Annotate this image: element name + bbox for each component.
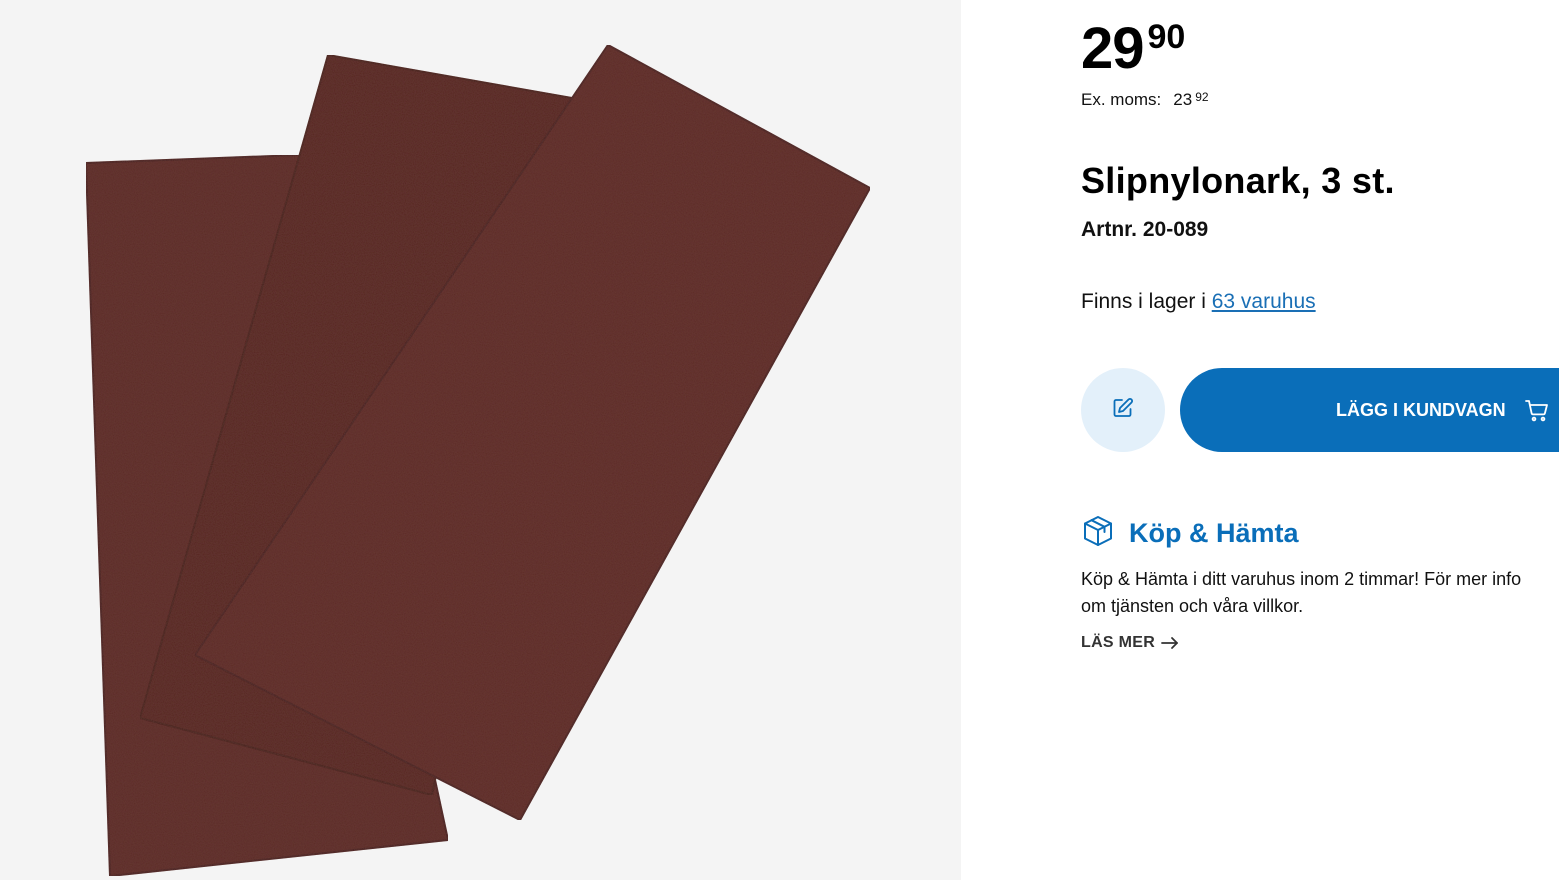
product-image [0,0,961,880]
add-note-button[interactable] [1081,368,1165,452]
product-info: 29 90 Ex. moms: 23 92 Slipnylonark, 3 st… [1081,0,1559,880]
package-icon [1081,514,1115,553]
ex-vat-decimals: 92 [1195,90,1209,104]
product-page: 29 90 Ex. moms: 23 92 Slipnylonark, 3 st… [0,0,1559,880]
stock-prefix: Finns i lager i [1081,290,1212,313]
price-decimals: 90 [1147,18,1186,56]
cart-icon [1524,398,1550,422]
ex-vat-label: Ex. moms: [1081,90,1162,109]
price: 29 90 [1081,14,1185,78]
add-to-cart-button[interactable]: LÄGG I KUNDVAGN [1180,368,1559,452]
description-line-2: om tjänsten och våra villkor. [1081,596,1304,616]
article-number: Artnr. 20-089 [1081,218,1209,241]
stock-status: Finns i lager i 63 varuhus [1081,290,1316,314]
click-and-collect-title: Köp & Hämta [1129,518,1299,548]
read-more-link[interactable]: LÄS MER [1081,634,1179,652]
price-main: 29 [1081,16,1145,81]
add-to-cart-label: LÄGG I KUNDVAGN [1336,399,1506,420]
click-and-collect-description: Köp & Hämta i ditt varuhus inom 2 timmar… [1081,566,1559,620]
click-and-collect-heading: Köp & Hämta [1081,514,1299,553]
read-more-label: LÄS MER [1081,634,1156,651]
description-line-1: Köp & Hämta i ditt varuhus inom 2 timmar… [1081,569,1522,589]
store-availability-link[interactable]: 63 varuhus [1212,290,1316,313]
arrow-right-icon [1161,636,1179,650]
edit-icon [1111,396,1135,425]
product-title: Slipnylonark, 3 st. [1081,160,1395,201]
ex-vat-main: 23 [1173,90,1193,109]
scouring-pads-illustration [84,43,872,878]
price-ex-vat: Ex. moms: 23 92 [1081,90,1209,110]
